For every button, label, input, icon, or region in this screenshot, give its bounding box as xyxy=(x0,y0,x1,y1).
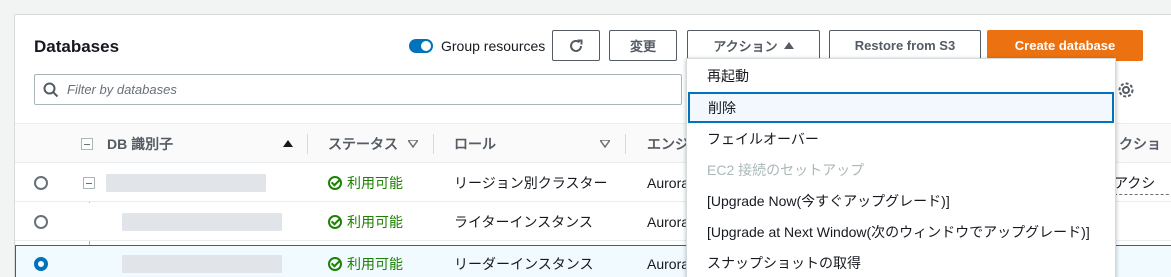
refresh-button[interactable] xyxy=(552,30,600,61)
status-cell: 利用可能 xyxy=(328,164,403,202)
modify-button[interactable]: 変更 xyxy=(609,30,677,61)
status-check-icon xyxy=(328,176,342,190)
redacted-db-identifier xyxy=(106,174,266,192)
caret-up-icon xyxy=(783,42,794,49)
row-radio[interactable] xyxy=(34,215,48,229)
column-db-identifier[interactable]: DB 識別子 xyxy=(81,124,173,164)
engine-cell: Aurora xyxy=(647,214,690,230)
column-role[interactable]: ロール xyxy=(454,124,496,164)
status-label: 利用可能 xyxy=(347,256,403,272)
menu-item-upgrade-now[interactable]: [Upgrade Now(今すぐアップグレード)] xyxy=(687,185,1115,216)
actions-menu: 再起動 削除 フェイルオーバー EC2 接続のセットアップ [Upgrade N… xyxy=(686,58,1116,277)
menu-item-reboot[interactable]: 再起動 xyxy=(687,60,1115,91)
status-check-icon xyxy=(328,257,342,271)
status-cell: 利用可能 xyxy=(328,245,403,277)
menu-item-ec2-connection: EC2 接続のセットアップ xyxy=(707,161,865,178)
role-cell: ライターインスタンス xyxy=(454,214,593,230)
menu-item-failover[interactable]: フェイルオーバー xyxy=(687,123,1115,154)
toggle-switch[interactable] xyxy=(409,39,433,53)
tree-collapse-icon[interactable] xyxy=(83,177,95,189)
group-resources-toggle[interactable]: Group resources xyxy=(409,38,545,54)
redacted-db-identifier xyxy=(122,255,282,273)
role-cell: リージョン別クラスター xyxy=(454,175,608,191)
column-status[interactable]: ステータス xyxy=(328,124,398,164)
status-label: 利用可能 xyxy=(347,175,403,191)
status-check-icon xyxy=(328,215,342,229)
actions-dropdown-button[interactable]: アクション xyxy=(687,30,820,61)
menu-item-upgrade-next-window[interactable]: [Upgrade at Next Window(次のウィンドウでアップグレード)… xyxy=(687,216,1115,247)
role-cell: リーダーインスタンス xyxy=(454,256,594,272)
row-radio[interactable] xyxy=(34,176,48,190)
page-title: Databases xyxy=(34,37,120,56)
actions-cell[interactable]: アクシ xyxy=(1114,164,1155,202)
status-label: 利用可能 xyxy=(347,214,403,230)
filter-input[interactable] xyxy=(67,82,627,97)
restore-from-s3-button[interactable]: Restore from S3 xyxy=(829,30,981,61)
redacted-db-identifier xyxy=(122,213,282,231)
sort-up-icon[interactable] xyxy=(283,139,293,149)
column-role-label: ロール xyxy=(454,136,496,152)
search-icon xyxy=(43,82,59,97)
column-actions-label: クショ xyxy=(1119,136,1161,152)
column-actions[interactable]: クショ xyxy=(1119,124,1161,164)
column-db-identifier-label: DB 識別子 xyxy=(107,136,174,152)
sort-down-icon[interactable] xyxy=(408,140,418,148)
engine-cell: Aurora xyxy=(647,175,690,191)
create-database-button[interactable]: Create database xyxy=(987,30,1143,61)
group-resources-label: Group resources xyxy=(441,38,546,54)
sort-down-icon[interactable] xyxy=(600,140,610,148)
column-engine-label: エンジ xyxy=(647,136,689,152)
tree-collapse-icon[interactable] xyxy=(81,138,93,150)
menu-item-delete[interactable]: 削除 xyxy=(688,92,1114,123)
actions-label: アクション xyxy=(713,39,778,54)
menu-item-take-snapshot[interactable]: スナップショットの取得 xyxy=(687,247,1115,277)
row-radio-selected[interactable] xyxy=(34,257,48,271)
status-cell: 利用可能 xyxy=(328,203,403,241)
refresh-icon xyxy=(570,39,583,52)
engine-cell: Aurora xyxy=(647,256,690,272)
filter-box[interactable] xyxy=(34,74,682,105)
column-engine[interactable]: エンジ xyxy=(647,124,689,164)
column-status-label: ステータス xyxy=(328,136,398,152)
settings-gear-icon[interactable] xyxy=(1117,81,1135,99)
